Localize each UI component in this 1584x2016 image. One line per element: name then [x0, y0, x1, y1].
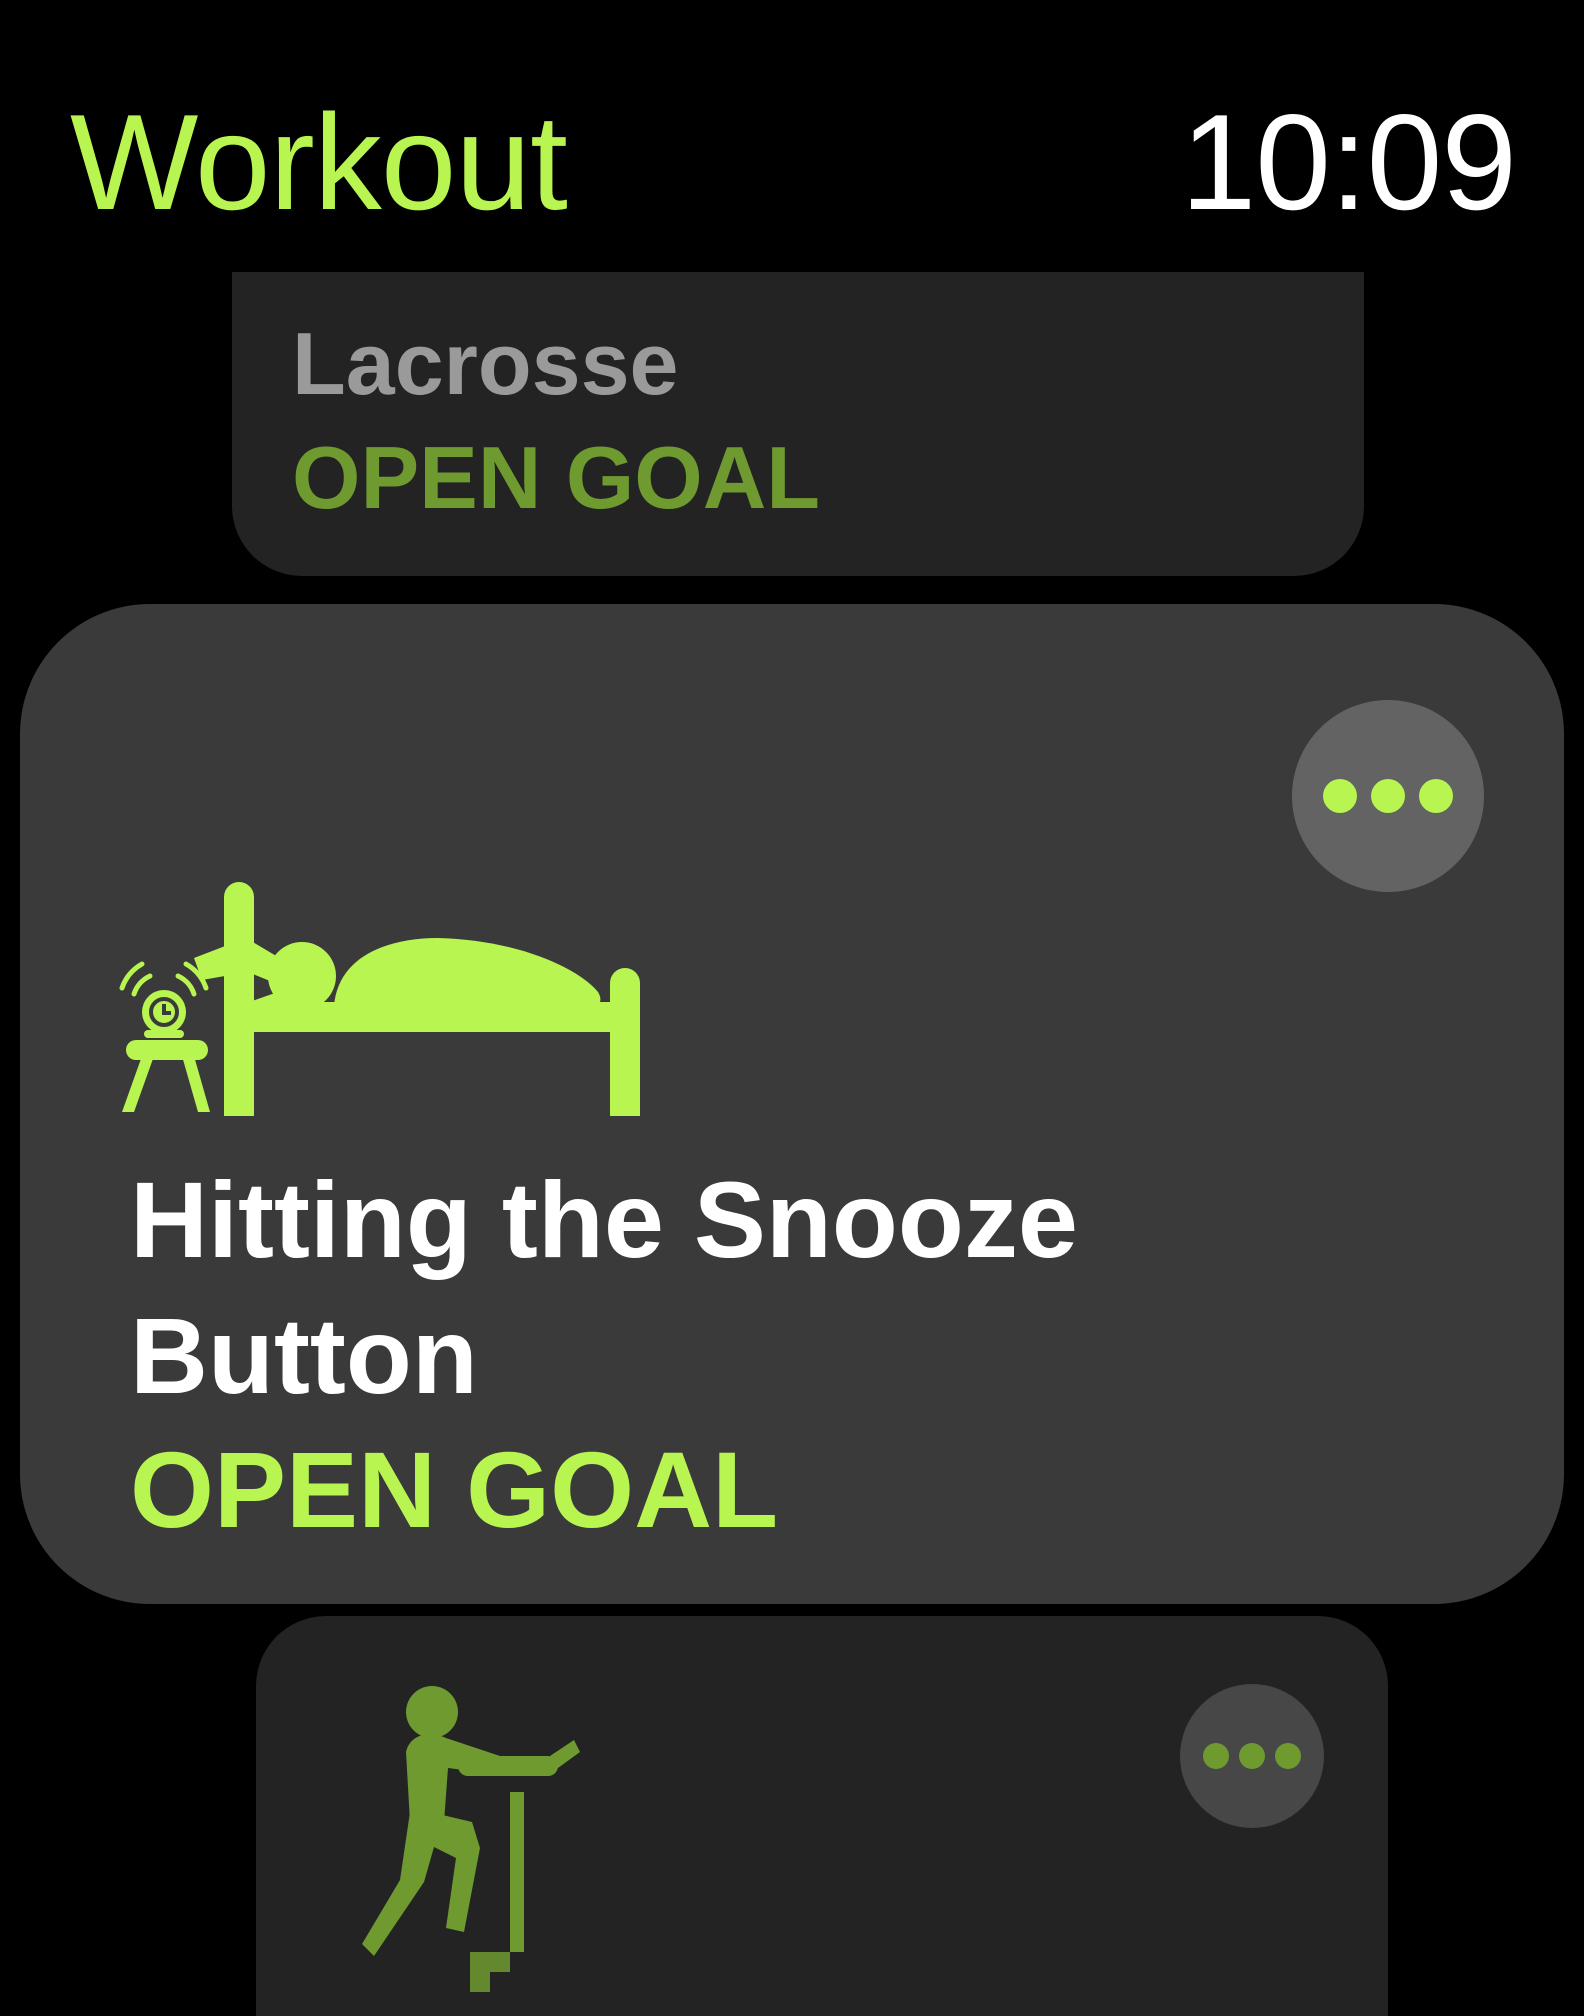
ellipsis-icon — [1239, 1743, 1265, 1769]
ellipsis-icon — [1275, 1743, 1301, 1769]
workout-card-snooze[interactable]: Hitting the Snooze Button OPEN GOAL — [20, 604, 1564, 1604]
workout-name: Hitting the Snooze Button — [130, 1159, 1078, 1416]
workout-name: Lacrosse — [292, 314, 679, 413]
workout-goal: OPEN GOAL — [130, 1429, 779, 1550]
ellipsis-icon — [1323, 779, 1357, 813]
workout-card-stair-stepper[interactable] — [256, 1616, 1388, 2016]
workout-goal: OPEN GOAL — [292, 428, 821, 527]
ellipsis-icon — [1371, 779, 1405, 813]
clock-time: 10:09 — [1180, 86, 1517, 238]
ellipsis-icon — [1419, 779, 1453, 813]
sleeping-in-bed-with-alarm-clock-icon — [98, 876, 658, 1121]
more-options-button[interactable] — [1292, 700, 1484, 892]
more-options-button[interactable] — [1180, 1684, 1324, 1828]
ellipsis-icon — [1203, 1743, 1229, 1769]
app-title: Workout — [70, 86, 568, 238]
workout-card-lacrosse[interactable]: Lacrosse OPEN GOAL — [232, 272, 1364, 576]
stair-stepper-icon — [360, 1672, 580, 1997]
